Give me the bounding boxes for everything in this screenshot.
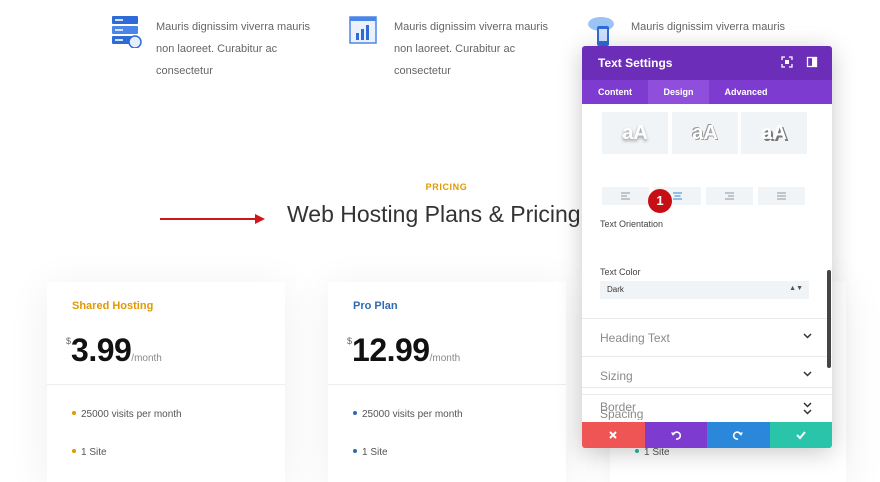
currency-symbol: $ [66,336,72,346]
align-justify-button[interactable] [758,187,805,205]
cancel-button[interactable] [582,422,645,448]
section-label: Heading Text [600,331,670,345]
text-style-sample: aA [761,122,787,144]
plan-feature: 25000 visits per month [353,409,463,420]
text-style-option-1[interactable]: aA [602,112,668,154]
plan-feature: 1 Site [353,447,388,458]
divider [47,384,285,385]
step-badge: 1 [648,189,672,213]
currency-symbol: $ [347,336,353,346]
align-right-icon [725,192,734,200]
plan-feature: 1 Site [635,447,670,458]
price-period: /month [429,353,461,364]
close-icon [609,431,617,439]
undo-icon [670,431,681,440]
chevron-down-icon [803,402,812,408]
feature-text: Mauris dignissim viverra mauris non laor… [394,21,549,77]
sidebar-toggle-icon[interactable] [805,55,819,69]
price-period: /month [131,353,162,364]
section-border[interactable]: Border [582,387,832,423]
pricing-card-pro: Pro Plan $12.99/month 25000 visits per m… [328,282,566,482]
fullscreen-icon[interactable] [780,55,794,69]
feature-text: Mauris dignissim viverra mauris [631,21,786,33]
cloud-phone-icon [588,17,614,46]
text-style-option-3[interactable]: aA [741,112,807,154]
text-color-select[interactable]: Dark ▲▼ [600,281,809,299]
plan-price: $12.99/month [347,332,460,369]
plan-feature: 1 Site [72,447,107,458]
panel-tabs: Content Design Advanced [582,80,832,104]
tab-advanced[interactable]: Advanced [709,80,783,104]
chart-monitor-icon [349,16,377,44]
redo-button[interactable] [707,422,770,448]
plan-price: $3.99/month [66,332,162,369]
section-title: Web Hosting Plans & Pricing [287,201,581,227]
text-style-option-2[interactable]: aA [672,112,738,154]
section-label: Sizing [600,369,633,383]
tab-content[interactable]: Content [582,80,648,104]
plan-feature: 25000 visits per month [72,409,182,420]
text-settings-panel: Text Settings Content Design Advanced aA… [582,46,832,448]
select-caret-icon: ▲▼ [789,285,803,292]
section-label: Border [600,400,637,414]
plan-name: Pro Plan [353,300,398,312]
section-heading-text[interactable]: Heading Text [582,318,832,357]
price-amount: 3.99 [71,332,132,368]
arrow-right-icon [160,214,265,224]
text-color-value: Dark [607,285,624,294]
orientation-label: Text Orientation [600,219,664,229]
panel-body: aA aA aA Text Orientation 1 Text Color D… [582,104,832,420]
pricing-card-shared: Shared Hosting $3.99/month 25000 visits … [47,282,285,482]
server-icon [112,16,142,48]
align-justify-icon [777,192,786,200]
text-style-sample: aA [622,122,648,144]
align-right-button[interactable] [706,187,753,205]
undo-button[interactable] [644,422,707,448]
align-left-button[interactable] [602,187,649,205]
align-center-icon [673,192,682,200]
feature-text: Mauris dignissim viverra mauris non laor… [156,21,311,77]
chevron-down-icon [803,371,812,377]
panel-footer [582,422,832,448]
text-style-sample: aA [692,122,718,144]
panel-scrollbar[interactable] [827,270,831,368]
plan-name: Shared Hosting [72,300,154,312]
price-amount: 12.99 [352,332,430,368]
align-left-icon [621,192,630,200]
save-button[interactable] [769,422,832,448]
divider [328,384,566,385]
panel-title: Text Settings [598,56,673,70]
tab-design[interactable]: Design [648,80,709,104]
text-color-label: Text Color [600,267,641,277]
redo-icon [732,431,743,440]
checkmark-icon [795,431,806,440]
chevron-down-icon [803,333,812,339]
panel-header: Text Settings [582,46,832,80]
